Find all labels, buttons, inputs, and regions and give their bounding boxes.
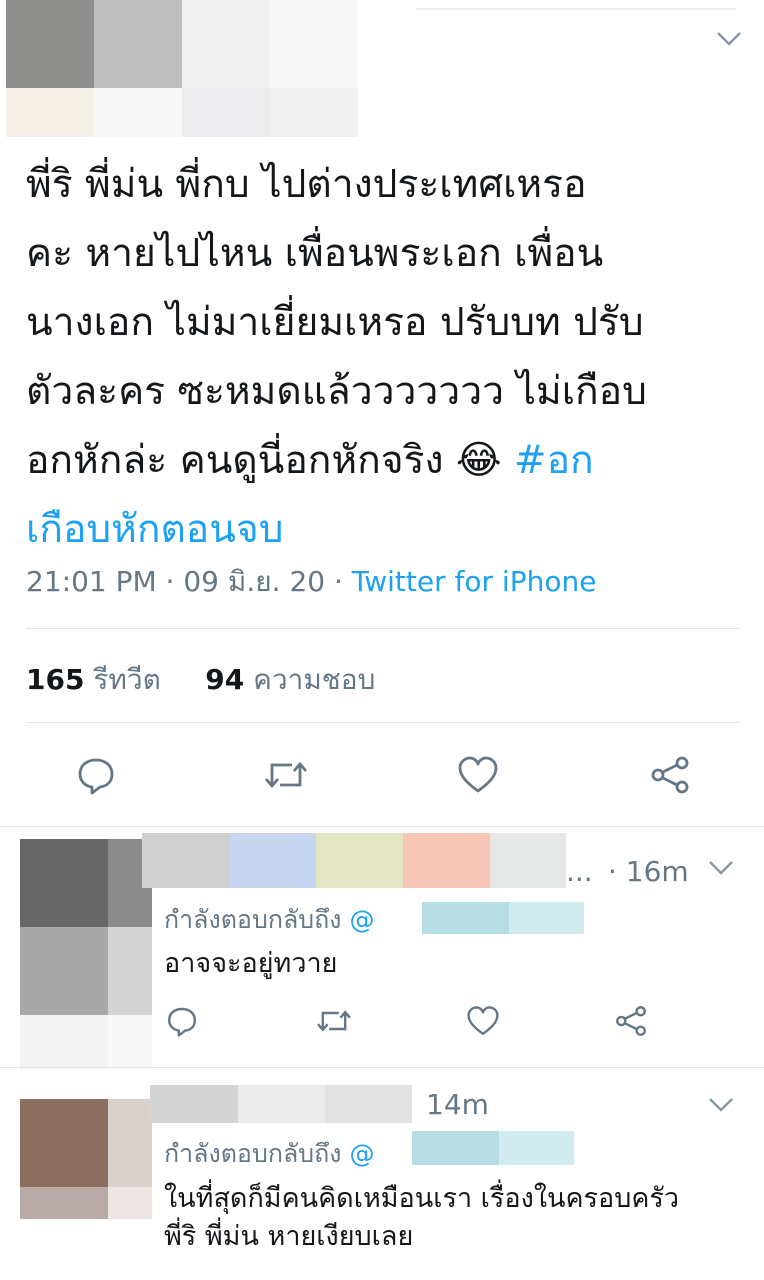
tweet-date: 09 มิ.ย. 20 — [183, 565, 326, 598]
reply-item[interactable]: ... · 16m กำลังตอบกลับถึง @ อาจจะอยู่ทวา… — [0, 827, 764, 1069]
divider — [26, 628, 740, 629]
replying-to-handle[interactable]: @ — [349, 1139, 374, 1168]
reply-text-line: ในที่สุดก็มีคนคิดเหมือนเรา เรื่องในครอบค… — [164, 1183, 680, 1214]
divider — [26, 722, 740, 723]
share-icon — [651, 756, 689, 794]
retweet-count[interactable]: 165 — [26, 663, 84, 696]
tears-of-joy-emoji: 😂 — [455, 438, 502, 483]
tweet-source-link[interactable]: Twitter for iPhone — [352, 565, 597, 598]
share-icon — [616, 1006, 646, 1036]
chevron-down-icon[interactable] — [708, 859, 734, 877]
replying-to-label: กำลังตอบกลับถึง — [164, 905, 342, 934]
replying-to: กำลังตอบกลับถึง @ — [164, 900, 374, 940]
reply-button[interactable] — [70, 752, 122, 798]
heart-icon — [467, 1006, 499, 1035]
avatar[interactable] — [20, 1099, 152, 1219]
retweet-icon — [264, 761, 308, 789]
username-pixelated[interactable] — [150, 1085, 412, 1123]
handle-pixelated — [422, 902, 584, 934]
tweet-text-line-5: อกหักล่ะ คนดูนี่อกหักจริง 😂 #อก — [26, 426, 746, 495]
handle-pixelated — [412, 1131, 574, 1165]
tweet-time: 21:01 PM — [26, 565, 157, 598]
chevron-down-icon[interactable] — [716, 30, 742, 48]
tweet-meta: 21:01 PM · 09 มิ.ย. 20 · Twitter for iPh… — [26, 560, 596, 604]
replying-to-label: กำลังตอบกลับถึง — [164, 1139, 342, 1168]
tweet-text-line: พี่ริ พี่ม่น พี่กบ ไปต่างประเทศเหรอ — [26, 162, 587, 207]
tweet-text-line: นางเอก ไม่มาเยี่ยมเหรอ ปรับบท ปรับ — [26, 300, 644, 345]
username-pixelated[interactable] — [142, 833, 566, 888]
reply-ellipsis: ... — [566, 855, 593, 888]
retweet-button[interactable] — [260, 752, 312, 798]
retweet-icon — [317, 1010, 351, 1032]
tweet-text-line: คะ หายไปไหน เพื่อนพระเอก เพื่อน — [26, 231, 604, 276]
meta-separator: · — [325, 565, 352, 598]
reply-item[interactable]: 14m กำลังตอบกลับถึง @ ในที่สุดก็มีคนคิดเ… — [0, 1068, 764, 1280]
author-avatar-pixelated[interactable] — [6, 0, 358, 137]
reply-text: ในที่สุดก็มีคนคิดเหมือนเรา เรื่องในครอบค… — [164, 1180, 679, 1256]
replying-to: กำลังตอบกลับถึง @ — [164, 1134, 374, 1174]
reply-icon — [168, 1007, 196, 1037]
heart-icon — [458, 756, 498, 793]
reply-icon — [78, 758, 114, 795]
retweet-button[interactable] — [314, 1001, 354, 1041]
reply-time: · 16m — [608, 855, 689, 888]
like-count[interactable]: 94 — [205, 663, 244, 696]
author-name-pixelated[interactable] — [416, 8, 736, 10]
like-button[interactable] — [464, 1001, 502, 1041]
reply-button[interactable] — [164, 1001, 200, 1041]
retweet-label[interactable]: รีทวีต — [93, 663, 160, 696]
share-button[interactable] — [644, 752, 696, 798]
replying-to-handle[interactable]: @ — [349, 905, 374, 934]
tweet-stats: 165 รีทวีต 94 ความชอบ — [26, 658, 375, 702]
like-button[interactable] — [452, 752, 504, 798]
reply-text: อาจจะอยู่ทวาย — [164, 948, 338, 979]
like-label[interactable]: ความชอบ — [253, 663, 375, 696]
tweet-text: พี่ริ พี่ม่น พี่กบ ไปต่างประเทศเหรอ คะ ห… — [26, 150, 746, 564]
hashtag-link[interactable]: #อก — [514, 438, 594, 483]
avatar[interactable] — [20, 839, 152, 1069]
share-button[interactable] — [612, 1001, 650, 1041]
tweet-text-line: อกหักล่ะ คนดูนี่อกหักจริง — [26, 438, 456, 483]
reply-text-line: พี่ริ พี่ม่น หายเงียบเลย — [164, 1221, 414, 1252]
reply-time: 14m — [426, 1088, 489, 1121]
meta-separator: · — [156, 565, 184, 598]
chevron-down-icon[interactable] — [708, 1096, 734, 1114]
tweet-text-line: ตัวละคร ซะหมดแล้ววววววว ไม่เกือบ — [26, 369, 647, 414]
hashtag-link-continued[interactable]: เกือบหักตอนจบ — [26, 495, 746, 564]
